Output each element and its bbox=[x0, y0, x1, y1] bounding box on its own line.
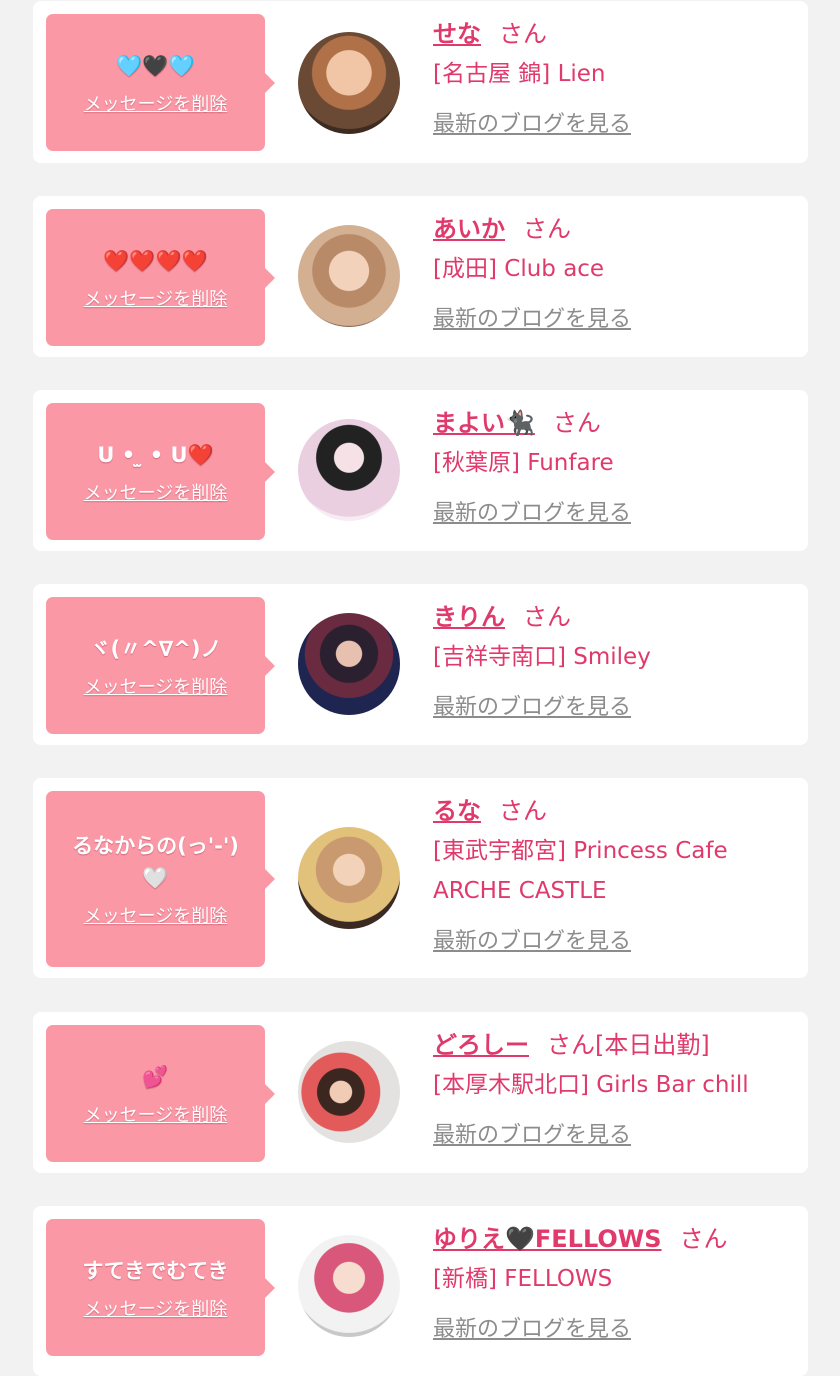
shop-name: [吉祥寺南口] Smiley bbox=[433, 644, 651, 670]
message-text: ❤️❤️❤️❤️ bbox=[103, 248, 208, 273]
message-bubble: るなからの(っ'-') 🤍 メッセージを削除 bbox=[46, 791, 275, 967]
message-card: すてきでむてき メッセージを削除 ゆりえ🖤FELLOWS さん [新橋] FELLOWS… bbox=[33, 1206, 808, 1376]
honorific: さん bbox=[523, 215, 571, 243]
name-line: あいか さん bbox=[433, 209, 798, 249]
shop-name: [新橋] FELLOWS bbox=[433, 1266, 613, 1292]
message-card: るなからの(っ'-') 🤍 メッセージを削除 るな さん [東武宇都宮] Princes… bbox=[33, 778, 808, 978]
latest-blog-link[interactable]: 最新のブログを見る bbox=[433, 689, 631, 721]
message-card: 💕 メッセージを削除 どろしー さん[本日出勤] [本厚木駅北口] Girls Bar … bbox=[33, 1012, 808, 1173]
avatar[interactable] bbox=[298, 419, 400, 521]
avatar[interactable] bbox=[298, 225, 400, 327]
delete-message-link[interactable]: メッセージを削除 bbox=[84, 1101, 228, 1127]
cast-info: きりん さん [吉祥寺南口] Smiley 最新のブログを見る bbox=[433, 597, 798, 721]
message-bubble: 🩵🖤🩵 メッセージを削除 bbox=[46, 14, 275, 151]
message-bubble: U • ̫ • U❤️ メッセージを削除 bbox=[46, 403, 275, 540]
name-line: せな さん bbox=[433, 14, 798, 54]
cast-name-link[interactable]: るな bbox=[433, 797, 481, 825]
cast-name-link[interactable]: ゆりえ🖤FELLOWS bbox=[433, 1225, 662, 1253]
delete-message-link[interactable]: メッセージを削除 bbox=[84, 902, 228, 928]
cast-name-link[interactable]: どろしー bbox=[433, 1031, 529, 1059]
latest-blog-link[interactable]: 最新のブログを見る bbox=[433, 1311, 631, 1343]
honorific: さん bbox=[499, 20, 547, 48]
honorific: さん bbox=[523, 603, 571, 631]
honorific: さん bbox=[679, 1225, 728, 1253]
message-bubble: ヾ(〃^∇^)ノ メッセージを削除 bbox=[46, 597, 275, 734]
message-bubble: 💕 メッセージを削除 bbox=[46, 1025, 275, 1162]
message-text: U • ̫ • U❤️ bbox=[97, 442, 214, 467]
message-card: U • ̫ • U❤️ メッセージを削除 まよい🐈‍⬛ さん [秋葉原] Funfare… bbox=[33, 390, 808, 551]
delete-message-link[interactable]: メッセージを削除 bbox=[84, 285, 228, 311]
message-text: すてきでむてき bbox=[82, 1258, 229, 1283]
cast-name-link[interactable]: きりん bbox=[433, 603, 505, 631]
latest-blog-link[interactable]: 最新のブログを見る bbox=[433, 301, 631, 333]
message-card: ❤️❤️❤️❤️ メッセージを削除 あいか さん [成田] Club ace 最新のブログ… bbox=[33, 196, 808, 357]
shop-name: [成田] Club ace bbox=[433, 256, 605, 282]
message-list: 🩵🖤🩵 メッセージを削除 せな さん [名古屋 錦] Lien 最新のブログを見る ❤️❤️… bbox=[0, 0, 840, 1376]
status-suffix: [本日出勤] bbox=[595, 1031, 710, 1059]
honorific: さん bbox=[552, 409, 601, 437]
avatar[interactable] bbox=[298, 1235, 400, 1337]
delete-message-link[interactable]: メッセージを削除 bbox=[84, 673, 228, 699]
shop-name: [秋葉原] Funfare bbox=[433, 450, 614, 476]
delete-message-link[interactable]: メッセージを削除 bbox=[84, 90, 228, 116]
delete-message-link[interactable]: メッセージを削除 bbox=[84, 479, 228, 505]
message-card: 🩵🖤🩵 メッセージを削除 せな さん [名古屋 錦] Lien 最新のブログを見る bbox=[33, 1, 808, 163]
cast-info: るな さん [東武宇都宮] Princess Cafe ARCHE CASTLE 最新… bbox=[433, 791, 798, 955]
honorific: さん bbox=[547, 1031, 595, 1059]
cast-info: ゆりえ🖤FELLOWS さん [新橋] FELLOWS 最新のブログを見る bbox=[433, 1219, 798, 1343]
shop-name: [本厚木駅北口] Girls Bar chill bbox=[433, 1072, 749, 1098]
name-line: どろしー さん[本日出勤] bbox=[433, 1025, 798, 1065]
shop-name: [東武宇都宮] Princess Cafe ARCHE CASTLE bbox=[433, 838, 728, 904]
honorific: さん bbox=[499, 797, 547, 825]
cast-info: どろしー さん[本日出勤] [本厚木駅北口] Girls Bar chill 最新のブ… bbox=[433, 1025, 798, 1149]
message-text: ヾ(〃^∇^)ノ bbox=[89, 636, 222, 661]
cast-name-link[interactable]: まよい🐈‍⬛ bbox=[433, 409, 535, 437]
latest-blog-link[interactable]: 最新のブログを見る bbox=[433, 106, 631, 138]
delete-message-link[interactable]: メッセージを削除 bbox=[84, 1295, 228, 1321]
shop-name: [名古屋 錦] Lien bbox=[433, 61, 606, 87]
message-card: ヾ(〃^∇^)ノ メッセージを削除 きりん さん [吉祥寺南口] Smiley 最新のブロ… bbox=[33, 584, 808, 745]
latest-blog-link[interactable]: 最新のブログを見る bbox=[433, 495, 631, 527]
name-line: ゆりえ🖤FELLOWS さん bbox=[433, 1219, 798, 1259]
cast-info: まよい🐈‍⬛ さん [秋葉原] Funfare 最新のブログを見る bbox=[433, 403, 798, 527]
name-line: きりん さん bbox=[433, 597, 798, 637]
avatar[interactable] bbox=[298, 1041, 400, 1143]
cast-name-link[interactable]: あいか bbox=[433, 215, 505, 243]
message-bubble: すてきでむてき メッセージを削除 bbox=[46, 1219, 275, 1356]
avatar[interactable] bbox=[298, 613, 400, 715]
message-text: 🩵🖤🩵 bbox=[116, 53, 195, 78]
avatar[interactable] bbox=[298, 32, 400, 134]
latest-blog-link[interactable]: 最新のブログを見る bbox=[433, 1117, 631, 1149]
message-bubble: ❤️❤️❤️❤️ メッセージを削除 bbox=[46, 209, 275, 346]
name-line: るな さん bbox=[433, 791, 798, 831]
cast-info: せな さん [名古屋 錦] Lien 最新のブログを見る bbox=[433, 14, 798, 138]
latest-blog-link[interactable]: 最新のブログを見る bbox=[433, 923, 631, 955]
message-text: 💕 bbox=[142, 1064, 169, 1089]
cast-info: あいか さん [成田] Club ace 最新のブログを見る bbox=[433, 209, 798, 333]
cast-name-link[interactable]: せな bbox=[433, 20, 481, 48]
avatar[interactable] bbox=[298, 827, 400, 929]
name-line: まよい🐈‍⬛ さん bbox=[433, 403, 798, 443]
message-text: るなからの(っ'-') 🤍 bbox=[72, 834, 239, 890]
